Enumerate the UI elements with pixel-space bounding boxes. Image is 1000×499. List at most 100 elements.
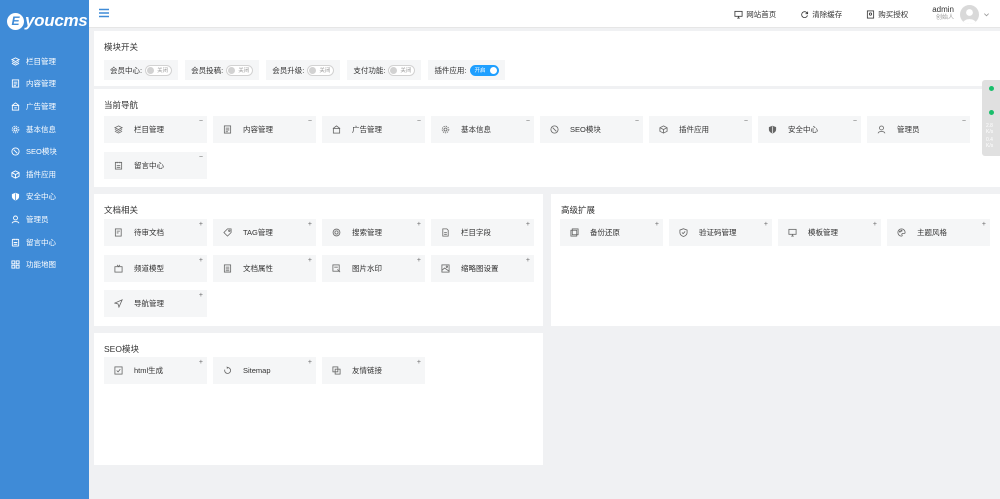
sidebar: E youcms 栏目管理 内容管理 广告管理 基本信息 SEO模块 插件应用 xyxy=(0,0,89,499)
member-center-switch-box: 会员中心: 关闭 xyxy=(104,60,179,80)
payment-toggle[interactable]: 关闭 xyxy=(388,64,416,76)
panel-title: 高级扩展 xyxy=(561,205,596,215)
doc-card-attributes[interactable]: 文档属性 + xyxy=(213,255,316,282)
sidebar-item-ad[interactable]: 广告管理 xyxy=(0,95,89,118)
site-home-link[interactable]: 网站首页 xyxy=(734,9,776,20)
remove-icon[interactable]: − xyxy=(199,118,203,126)
cube-icon xyxy=(11,170,20,179)
sidebar-item-content[interactable]: 内容管理 xyxy=(0,73,89,96)
logo-mark: E xyxy=(7,12,24,30)
logo[interactable]: E youcms xyxy=(0,0,89,42)
remove-icon[interactable]: − xyxy=(744,118,748,126)
add-icon[interactable]: + xyxy=(308,221,312,229)
add-icon[interactable]: + xyxy=(417,221,421,229)
remove-icon[interactable]: − xyxy=(853,118,857,126)
sidebar-item-plugins[interactable]: 插件应用 xyxy=(0,163,89,186)
avatar[interactable] xyxy=(960,4,979,24)
add-icon[interactable]: + xyxy=(982,221,986,229)
nav-card-ad[interactable]: 广告管理 − xyxy=(322,116,425,143)
seo-card-sitemap[interactable]: Sitemap + xyxy=(213,357,316,384)
gear-icon xyxy=(11,125,20,133)
add-icon[interactable]: + xyxy=(308,257,312,265)
add-icon[interactable]: + xyxy=(873,221,877,229)
plugins-toggle[interactable]: 开启 xyxy=(469,64,499,76)
sidebar-menu: 栏目管理 内容管理 广告管理 基本信息 SEO模块 插件应用 安全中心 管理员 xyxy=(0,50,89,276)
add-icon[interactable]: + xyxy=(417,257,421,265)
nav-card-seo[interactable]: SEO模块 − xyxy=(540,116,643,143)
buy-license-button[interactable]: 购买授权 xyxy=(866,9,908,20)
remove-icon[interactable]: − xyxy=(526,118,530,126)
network-speed-widget[interactable]: 2.8 K/s 0.4 K/s xyxy=(982,80,1000,156)
nav-card-column[interactable]: 栏目管理 − xyxy=(104,116,207,143)
sidebar-item-column[interactable]: 栏目管理 xyxy=(0,50,89,73)
nav-card-admin[interactable]: 管理员 − xyxy=(867,116,970,143)
doc-card-thumbnail[interactable]: 缩略图设置 + xyxy=(431,255,534,282)
user-info: admin 创始人 xyxy=(932,5,954,23)
card-label: 管理员 xyxy=(897,125,920,134)
menu-toggle-icon[interactable] xyxy=(98,7,110,19)
add-icon[interactable]: + xyxy=(526,257,530,265)
doc-card-pending[interactable]: 待审文档 + xyxy=(104,219,207,246)
user-role: 创始人 xyxy=(935,15,954,21)
navigation-icon xyxy=(114,299,123,308)
adv-card-backup[interactable]: 备份还原 + xyxy=(560,219,663,246)
seo-card-links[interactable]: 友情链接 + xyxy=(322,357,425,384)
doc-card-channel-model[interactable]: 频道模型 + xyxy=(104,255,207,282)
add-icon[interactable]: + xyxy=(308,359,312,367)
nav-card-content[interactable]: 内容管理 − xyxy=(213,116,316,143)
doc-card-search[interactable]: 搜索管理 + xyxy=(322,219,425,246)
search-icon xyxy=(332,228,341,237)
user-menu[interactable]: admin 创始人 xyxy=(932,4,990,24)
add-icon[interactable]: + xyxy=(199,221,203,229)
card-label: 验证码管理 xyxy=(699,228,737,237)
doc-card-watermark[interactable]: 图片水印 + xyxy=(322,255,425,282)
remove-icon[interactable]: − xyxy=(962,118,966,126)
sidebar-item-messages[interactable]: 留言中心 xyxy=(0,231,89,254)
sidebar-item-admin[interactable]: 管理员 xyxy=(0,208,89,231)
card-label: 待审文档 xyxy=(134,228,164,237)
sidebar-item-feature-map[interactable]: 功能地图 xyxy=(0,253,89,276)
member-submit-toggle[interactable]: 关闭 xyxy=(226,64,254,76)
seo-card-html[interactable]: html生成 + xyxy=(104,357,207,384)
add-icon[interactable]: + xyxy=(199,257,203,265)
add-icon[interactable]: + xyxy=(526,221,530,229)
ad-icon xyxy=(11,102,20,111)
member-center-toggle[interactable]: 关闭 xyxy=(145,64,173,76)
adv-card-theme[interactable]: 主题风格 + xyxy=(887,219,990,246)
adv-card-template[interactable]: 模板管理 + xyxy=(778,219,881,246)
toggle-state: 开启 xyxy=(474,68,486,74)
nav-card-security[interactable]: 安全中心 − xyxy=(758,116,861,143)
remove-icon[interactable]: − xyxy=(417,118,421,126)
add-icon[interactable]: + xyxy=(417,359,421,367)
adv-card-captcha[interactable]: 验证码管理 + xyxy=(669,219,772,246)
cube-icon xyxy=(659,125,668,134)
doc-card-navigation[interactable]: 导航管理 + xyxy=(104,290,207,317)
sidebar-item-basic-info[interactable]: 基本信息 xyxy=(0,118,89,141)
layers-icon xyxy=(11,57,20,66)
doc-card-column-fields[interactable]: 栏目字段 + xyxy=(431,219,534,246)
panel-title: 文档相关 xyxy=(104,205,139,215)
sitemap-icon xyxy=(224,366,231,374)
doc-card-tag[interactable]: TAG管理 + xyxy=(213,219,316,246)
add-icon[interactable]: + xyxy=(199,359,203,367)
nav-card-plugins[interactable]: 插件应用 − xyxy=(649,116,752,143)
remove-icon[interactable]: − xyxy=(199,154,203,162)
member-upgrade-toggle[interactable]: 关闭 xyxy=(307,64,335,76)
nav-card-messages[interactable]: 留言中心 − xyxy=(104,152,207,179)
sidebar-item-seo[interactable]: SEO模块 xyxy=(0,140,89,163)
add-icon[interactable]: + xyxy=(764,221,768,229)
sidebar-item-label: 基本信息 xyxy=(26,124,56,134)
nav-card-basic-info[interactable]: 基本信息 − xyxy=(431,116,534,143)
sidebar-item-security[interactable]: 安全中心 xyxy=(0,186,89,209)
add-icon[interactable]: + xyxy=(199,292,203,300)
add-icon[interactable]: + xyxy=(655,221,659,229)
status-dot xyxy=(989,86,994,91)
remove-icon[interactable]: − xyxy=(635,118,639,126)
clear-cache-button[interactable]: 清除缓存 xyxy=(800,9,842,20)
monitor-icon xyxy=(734,10,743,19)
link-icon xyxy=(332,366,341,375)
watermark-icon xyxy=(332,264,341,273)
remove-icon[interactable]: − xyxy=(308,118,312,126)
chevron-down-icon[interactable] xyxy=(983,11,990,18)
seo-panel: SEO模块 html生成 + Sitemap + 友情链接 + xyxy=(94,333,543,465)
